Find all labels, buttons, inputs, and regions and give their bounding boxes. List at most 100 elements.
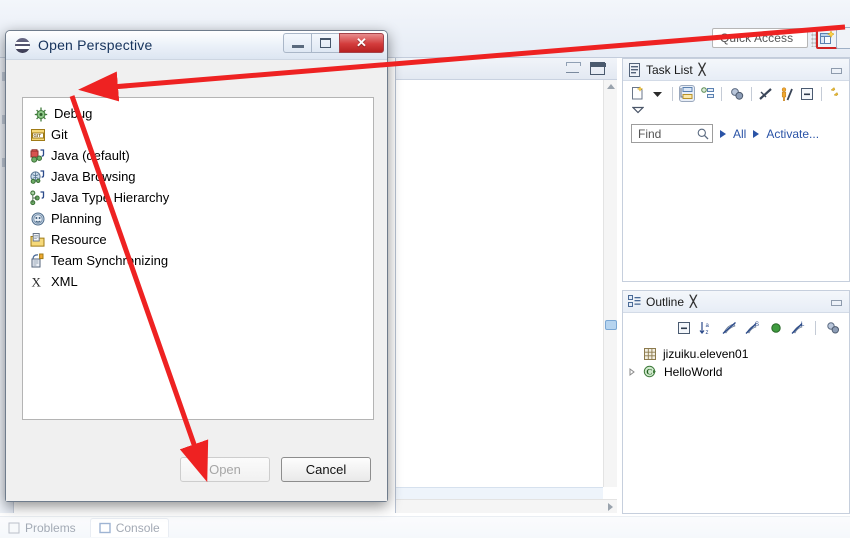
close-icon[interactable]: ╳ (699, 63, 706, 76)
task-list-icon (629, 62, 640, 77)
filter-completed-icon[interactable] (758, 85, 774, 102)
tree-item-class[interactable]: C HelloWorld (623, 361, 849, 379)
quick-access-field[interactable]: Quick Access (712, 28, 808, 48)
perspective-list[interactable]: Debug GIT Git Java (default) Java Browsi… (22, 97, 374, 420)
scroll-right-icon[interactable] (608, 503, 613, 511)
maximize-button[interactable] (311, 33, 339, 53)
open-perspective-button[interactable] (816, 27, 838, 49)
outline-icon (628, 295, 641, 307)
view-menu-icon[interactable] (623, 102, 849, 117)
resource-perspective-icon (30, 232, 45, 247)
list-item-xml[interactable]: X XML (26, 271, 373, 292)
collapse-all-icon[interactable] (798, 85, 814, 102)
task-list-title: Task List (646, 62, 693, 77)
dialog-title: Open Perspective (38, 37, 153, 53)
toolbar-separator (671, 86, 673, 101)
task-list-find-row: Find All Activate... (623, 117, 849, 143)
list-item-resource[interactable]: Resource (26, 229, 373, 250)
list-item-label: Java Type Hierarchy (51, 190, 170, 205)
svg-text:X: X (32, 274, 42, 289)
tab-label: Console (115, 521, 160, 535)
sort-icon[interactable]: a z (698, 319, 715, 336)
tab-problems[interactable]: Problems (8, 521, 76, 535)
tab-label: Problems (25, 520, 76, 535)
restore-icon[interactable] (828, 85, 844, 102)
editor-canvas[interactable] (396, 80, 603, 487)
all-link[interactable]: All (733, 127, 746, 141)
collapse-all-icon[interactable] (675, 319, 692, 336)
list-item-planning[interactable]: Planning (26, 208, 373, 229)
cancel-button[interactable]: Cancel (281, 457, 371, 482)
outline-view-header[interactable]: Outline ╳ (623, 291, 849, 313)
list-item-java-browsing[interactable]: Java Browsing (26, 166, 373, 187)
svg-text:C: C (646, 367, 652, 377)
close-icon[interactable]: ╳ (690, 295, 697, 308)
dialog-body: Debug GIT Git Java (default) Java Browsi… (6, 60, 387, 501)
editor-vertical-scrollbar[interactable] (603, 80, 617, 487)
svg-text:GIT: GIT (33, 133, 41, 138)
activate-link[interactable]: Activate... (766, 127, 819, 141)
list-item-label: Planning (51, 211, 102, 226)
open-perspective-dialog[interactable]: Open Perspective ✕ Debug GIT Git Java (d… (5, 30, 388, 502)
toolbar-separator (815, 320, 816, 335)
find-placeholder: Find (638, 126, 662, 141)
activate-link-arrow-icon (753, 129, 760, 138)
find-input[interactable]: Find (631, 124, 713, 143)
close-icon: ✕ (356, 35, 367, 50)
list-item-java-type-hierarchy[interactable]: Java Type Hierarchy (26, 187, 373, 208)
problems-icon (8, 522, 20, 533)
java-perspective-icon (30, 148, 45, 163)
scroll-up-icon[interactable] (607, 84, 615, 89)
categorized-presentation-icon[interactable] (678, 85, 696, 102)
outline-tree[interactable]: jizuiku.eleven01 C HelloWorld (623, 336, 849, 379)
xml-perspective-icon: X (32, 274, 42, 289)
editor-horizontal-scrollbar[interactable] (396, 499, 617, 513)
open-button[interactable]: Open (180, 457, 270, 482)
focus-on-workweek-icon[interactable] (778, 85, 794, 102)
hide-fields-icon[interactable] (721, 319, 738, 336)
java-type-hierarchy-perspective-icon (30, 190, 45, 205)
tree-item-label: jizuiku.eleven01 (663, 347, 749, 361)
task-list-toolbar (623, 81, 849, 102)
maximize-icon (320, 38, 331, 48)
scheduled-presentation-icon[interactable] (699, 85, 715, 102)
tree-item-package[interactable]: jizuiku.eleven01 (623, 344, 849, 361)
perspective-switcher-secondary-button[interactable] (836, 27, 850, 49)
list-item-java-default[interactable]: Java (default) (26, 145, 373, 166)
java-browsing-perspective-icon (30, 169, 45, 184)
dialog-button-bar: Open Cancel (180, 457, 371, 482)
maximize-icon[interactable] (590, 62, 606, 75)
new-task-icon[interactable] (629, 85, 645, 102)
list-item-label: Resource (51, 232, 107, 247)
tab-console[interactable]: Console (89, 518, 169, 537)
scrollbar-thumb[interactable] (605, 320, 617, 330)
hide-local-types-icon[interactable]: L (790, 319, 807, 336)
synchronize-changed-icon[interactable] (728, 85, 744, 102)
package-icon (644, 348, 656, 360)
bottom-view-tabstrip: Problems Console (0, 516, 850, 538)
expand-arrow-icon[interactable] (627, 367, 637, 377)
list-item-label: XML (51, 274, 78, 289)
link-with-editor-icon[interactable] (824, 319, 841, 336)
list-item-team-synchronizing[interactable]: Team Synchronizing (26, 250, 373, 271)
git-perspective-icon: GIT (31, 128, 45, 141)
quick-access-placeholder: Quick Access (720, 31, 794, 45)
task-list-view-header[interactable]: Task List ╳ (623, 59, 849, 81)
hide-non-public-icon[interactable] (767, 319, 784, 336)
minimize-button[interactable] (283, 33, 311, 53)
hide-static-icon[interactable]: S (744, 319, 761, 336)
minimize-icon[interactable] (566, 62, 581, 73)
minimize-icon[interactable] (831, 68, 842, 74)
outline-title: Outline (646, 294, 685, 309)
dialog-titlebar[interactable]: Open Perspective ✕ (6, 31, 387, 60)
new-task-dropdown-icon[interactable] (649, 85, 665, 102)
list-item-git[interactable]: GIT Git (26, 124, 373, 145)
list-item-label: Java Browsing (51, 169, 136, 184)
search-icon (697, 128, 709, 139)
eclipse-icon (15, 37, 30, 53)
toolbar-separator (750, 86, 752, 101)
minimize-icon[interactable] (831, 300, 842, 306)
list-item-debug[interactable]: Debug (26, 103, 373, 124)
close-button[interactable]: ✕ (339, 33, 384, 53)
editor-tabstrip (396, 58, 617, 80)
